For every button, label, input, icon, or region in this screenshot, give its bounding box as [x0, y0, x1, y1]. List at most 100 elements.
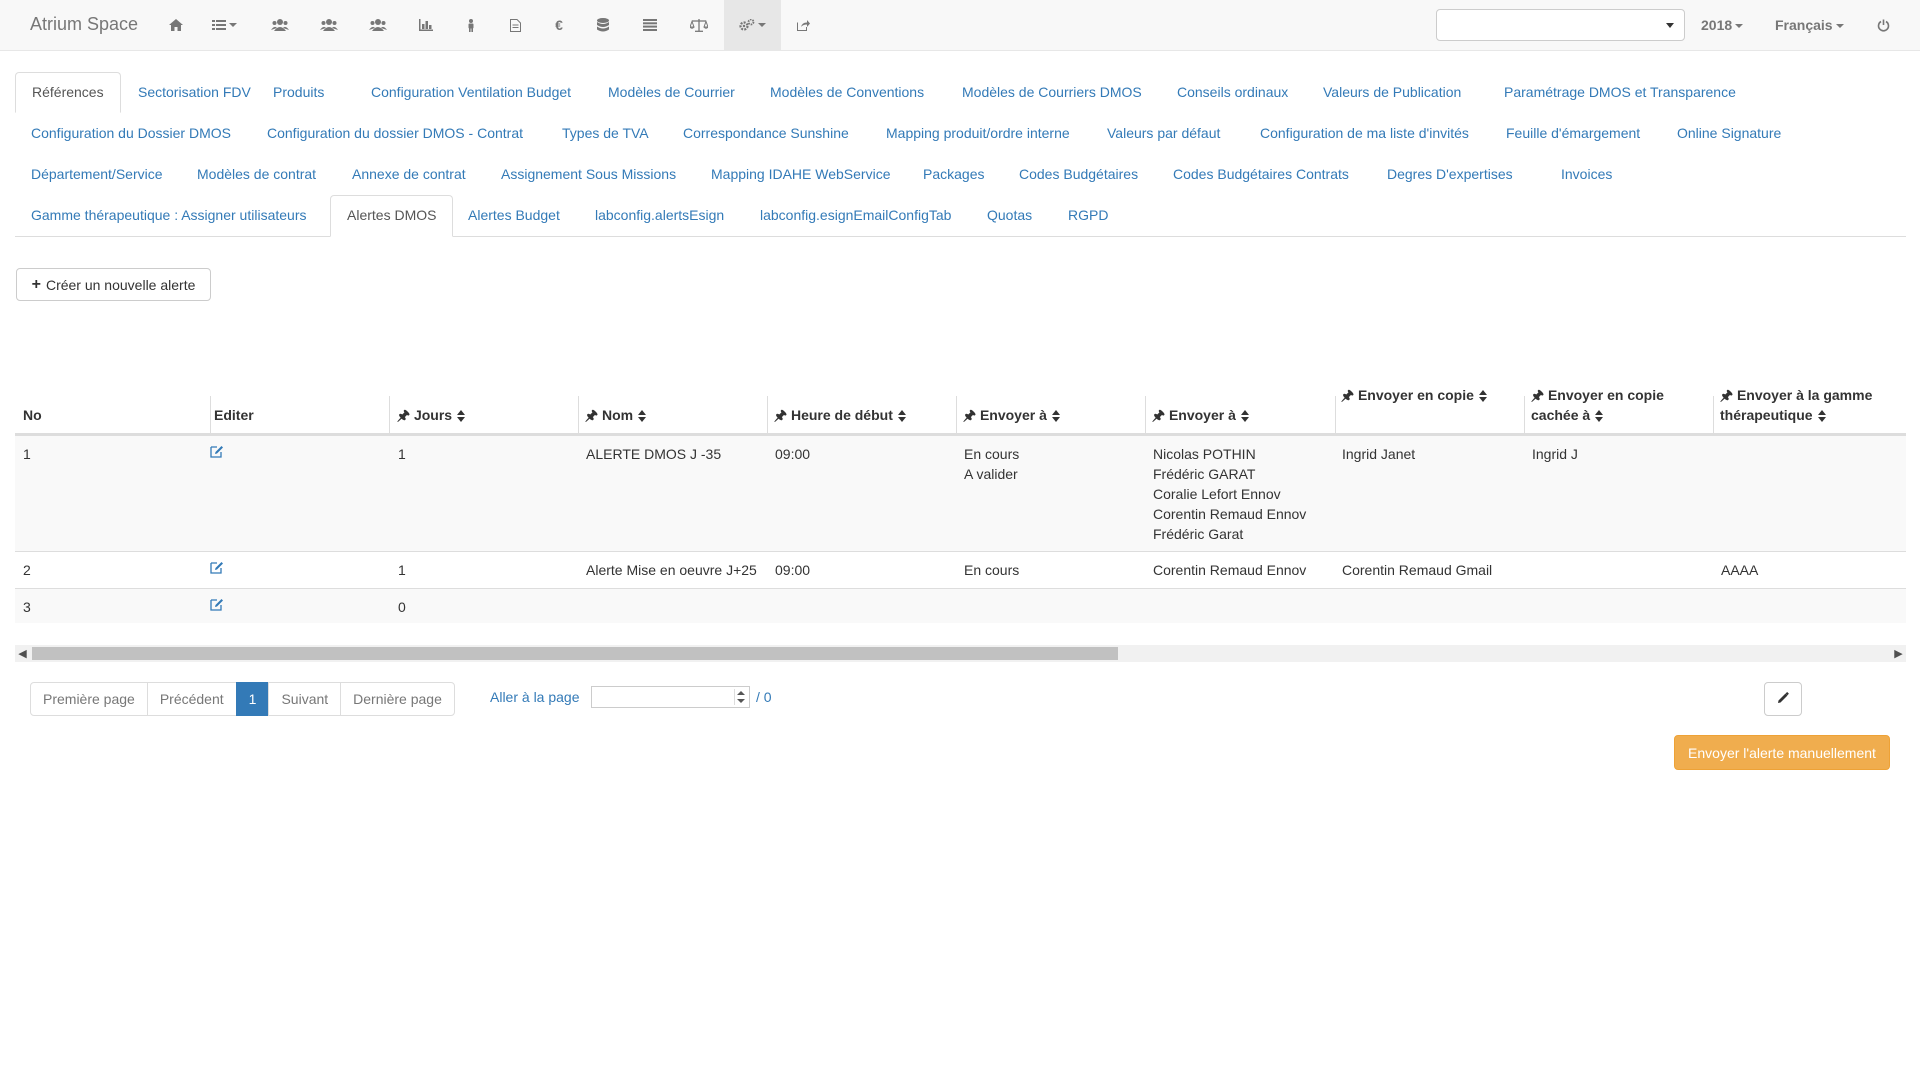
- tab-online-signature[interactable]: Online Signature: [1661, 113, 1797, 154]
- previous-page-button[interactable]: Précédent: [146, 682, 237, 716]
- home-icon[interactable]: [152, 0, 200, 50]
- create-alert-button[interactable]: + Créer un nouvelle alerte: [16, 268, 211, 301]
- edit-icon[interactable]: [210, 445, 224, 461]
- tab-configuration-ventilation-budget[interactable]: Configuration Ventilation Budget: [355, 72, 587, 113]
- users-icon-2[interactable]: [305, 0, 353, 50]
- list-icon[interactable]: [626, 0, 674, 50]
- users-icon-3[interactable]: [354, 0, 402, 50]
- tab-sectorisation-fdv[interactable]: Sectorisation FDV: [122, 72, 267, 113]
- edit-icon[interactable]: [210, 561, 224, 577]
- send-alert-manually-button[interactable]: Envoyer l'alerte manuellement: [1674, 735, 1890, 770]
- scroll-right-icon[interactable]: ▶︎: [1892, 647, 1905, 660]
- tab-types-de-tva[interactable]: Types de TVA: [546, 113, 665, 154]
- euro-icon[interactable]: €: [535, 0, 583, 50]
- header-days[interactable]: 🖈︎ Jours: [397, 405, 466, 425]
- tab-references[interactable]: Références: [15, 72, 121, 113]
- tab-modeles-de-courrier[interactable]: Modèles de Courrier: [592, 72, 751, 113]
- header-send-to-recipients[interactable]: 🖈︎ Envoyer à: [1152, 405, 1249, 425]
- edit-columns-button[interactable]: [1764, 682, 1802, 716]
- header-therapeutic-range[interactable]: 🖈︎ Envoyer à la gamme thérapeutique: [1720, 385, 1872, 425]
- scroll-left-icon[interactable]: ◀︎: [16, 647, 29, 660]
- last-page-button[interactable]: Dernière page: [340, 682, 455, 716]
- tab-configuration-dossier-dmos-contrat[interactable]: Configuration du dossier DMOS - Contrat: [251, 113, 539, 154]
- tab-codes-budgetaires-contrats[interactable]: Codes Budgétaires Contrats: [1157, 154, 1365, 195]
- pin-icon[interactable]: 🖈︎: [1341, 387, 1354, 403]
- tab-packages[interactable]: Packages: [907, 154, 1000, 195]
- tab-correspondance-sunshine[interactable]: Correspondance Sunshine: [667, 113, 865, 154]
- sort-icon[interactable]: [1817, 410, 1826, 423]
- pin-icon[interactable]: 🖈︎: [774, 407, 787, 423]
- tab-codes-budgetaires[interactable]: Codes Budgétaires: [1003, 154, 1154, 195]
- tab-configuration-liste-invites[interactable]: Configuration de ma liste d'invités: [1244, 113, 1485, 154]
- pin-icon[interactable]: 🖈︎: [397, 407, 410, 423]
- number-spinner[interactable]: [734, 689, 747, 705]
- tab-mapping-produit-ordre-interne[interactable]: Mapping produit/ordre interne: [870, 113, 1086, 154]
- header-edit: Editer: [214, 407, 254, 423]
- tab-modeles-de-conventions[interactable]: Modèles de Conventions: [754, 72, 940, 113]
- tab-annexe-de-contrat[interactable]: Annexe de contrat: [336, 154, 482, 195]
- tab-departement-service[interactable]: Département/Service: [15, 154, 179, 195]
- tab-labconfig-esignemailconfigtab[interactable]: labconfig.esignEmailConfigTab: [744, 195, 967, 236]
- bar-chart-icon[interactable]: [402, 0, 450, 50]
- power-icon[interactable]: [1858, 0, 1908, 50]
- balance-icon[interactable]: [675, 0, 723, 50]
- sort-icon[interactable]: [638, 410, 647, 423]
- horizontal-scrollbar[interactable]: ◀︎ ▶︎: [15, 645, 1906, 662]
- tab-modeles-de-courriers-dmos[interactable]: Modèles de Courriers DMOS: [946, 72, 1158, 113]
- sort-icon[interactable]: [897, 410, 906, 423]
- header-send-to-status[interactable]: 🖈︎ Envoyer à: [963, 405, 1060, 425]
- database-icon[interactable]: [579, 0, 627, 50]
- tab-produits[interactable]: Produits: [257, 72, 340, 113]
- year-dropdown[interactable]: 2018: [1701, 17, 1744, 33]
- pin-icon[interactable]: 🖈︎: [1720, 387, 1733, 403]
- tab-degres-expertises[interactable]: Degres D'expertises: [1371, 154, 1529, 195]
- tab-feuille-emargement[interactable]: Feuille d'émargement: [1490, 113, 1656, 154]
- header-cc[interactable]: 🖈︎ Envoyer en copie: [1341, 385, 1487, 405]
- pin-icon[interactable]: 🖈︎: [963, 407, 976, 423]
- sort-icon[interactable]: [1595, 410, 1604, 423]
- users-icon[interactable]: [256, 0, 304, 50]
- navbar-select[interactable]: [1436, 9, 1685, 41]
- cell-status: En cours A valider: [964, 444, 1019, 484]
- sort-icon[interactable]: [457, 410, 466, 423]
- tab-valeurs-de-publication[interactable]: Valeurs de Publication: [1307, 72, 1477, 113]
- list-dropdown-icon[interactable]: [200, 0, 248, 50]
- pin-icon[interactable]: 🖈︎: [1152, 407, 1165, 423]
- tab-valeurs-par-defaut[interactable]: Valeurs par défaut: [1091, 113, 1236, 154]
- cell-recipients: Nicolas POTHIN Frédéric GARAT Coralie Le…: [1153, 444, 1306, 544]
- person-icon[interactable]: [447, 0, 495, 50]
- goto-page-input[interactable]: [591, 686, 750, 708]
- share-icon[interactable]: [779, 0, 827, 50]
- pin-icon[interactable]: 🖈︎: [1531, 387, 1544, 403]
- header-start-time[interactable]: 🖈︎ Heure de début: [774, 405, 906, 425]
- tab-assignement-sous-missions[interactable]: Assignement Sous Missions: [485, 154, 692, 195]
- tab-conseils-ordinaux[interactable]: Conseils ordinaux: [1161, 72, 1304, 113]
- next-page-button[interactable]: Suivant: [268, 682, 342, 716]
- document-icon[interactable]: [491, 0, 539, 50]
- tab-rgpd[interactable]: RGPD: [1052, 195, 1124, 236]
- gears-dropdown-icon[interactable]: [724, 0, 781, 50]
- sort-icon[interactable]: [1051, 410, 1060, 423]
- header-name[interactable]: 🖈︎ Nom: [585, 405, 647, 425]
- tab-labconfig-alertsesign[interactable]: labconfig.alertsEsign: [579, 195, 740, 236]
- tab-parametrage-dmos-transparence[interactable]: Paramétrage DMOS et Transparence: [1488, 72, 1752, 113]
- tab-invoices[interactable]: Invoices: [1545, 154, 1628, 195]
- first-page-button[interactable]: Première page: [30, 682, 148, 716]
- tab-gamme-therapeutique[interactable]: Gamme thérapeutique : Assigner utilisate…: [15, 195, 322, 236]
- brand-logo[interactable]: Atrium Space: [30, 14, 138, 35]
- tab-mapping-idahe-webservice[interactable]: Mapping IDAHE WebService: [695, 154, 906, 195]
- header-bcc[interactable]: 🖈︎ Envoyer en copie cachée à: [1531, 385, 1664, 425]
- tab-alertes-budget[interactable]: Alertes Budget: [452, 195, 576, 236]
- table-row: 3 0: [15, 588, 1906, 623]
- language-dropdown[interactable]: Français: [1775, 17, 1844, 33]
- sort-icon[interactable]: [1478, 390, 1487, 403]
- tab-configuration-dossier-dmos[interactable]: Configuration du Dossier DMOS: [15, 113, 247, 154]
- current-page-button[interactable]: 1: [235, 682, 270, 716]
- tab-modeles-de-contrat[interactable]: Modèles de contrat: [181, 154, 332, 195]
- tab-alertes-dmos[interactable]: Alertes DMOS: [330, 195, 454, 237]
- pin-icon[interactable]: 🖈︎: [585, 407, 598, 423]
- tab-quotas[interactable]: Quotas: [971, 195, 1048, 236]
- scrollbar-thumb[interactable]: [32, 647, 1118, 660]
- edit-icon[interactable]: [210, 598, 224, 614]
- sort-icon[interactable]: [1240, 410, 1249, 423]
